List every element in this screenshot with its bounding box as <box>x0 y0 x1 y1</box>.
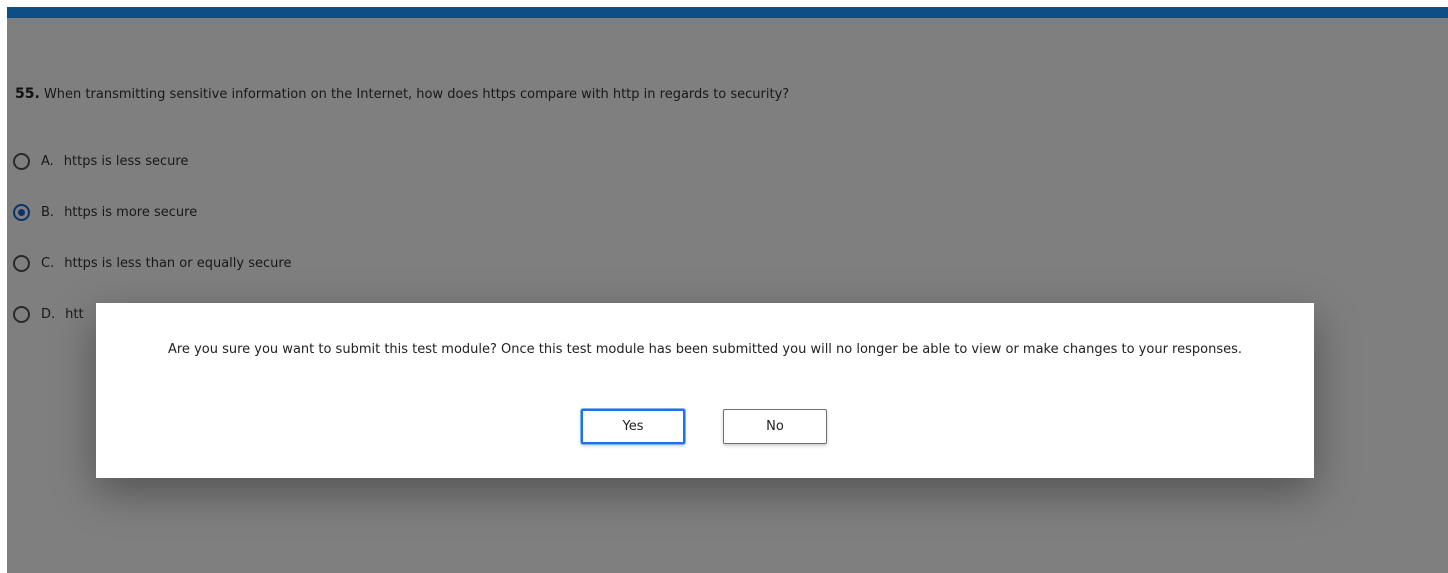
dialog-message: Are you sure you want to submit this tes… <box>167 342 1242 357</box>
no-button[interactable]: No <box>723 409 827 444</box>
yes-button[interactable]: Yes <box>581 409 685 444</box>
submit-confirmation-dialog: Are you sure you want to submit this tes… <box>96 303 1314 478</box>
header-bar <box>7 7 1448 18</box>
window-left-edge <box>0 0 7 573</box>
modal-backdrop <box>7 18 1448 573</box>
